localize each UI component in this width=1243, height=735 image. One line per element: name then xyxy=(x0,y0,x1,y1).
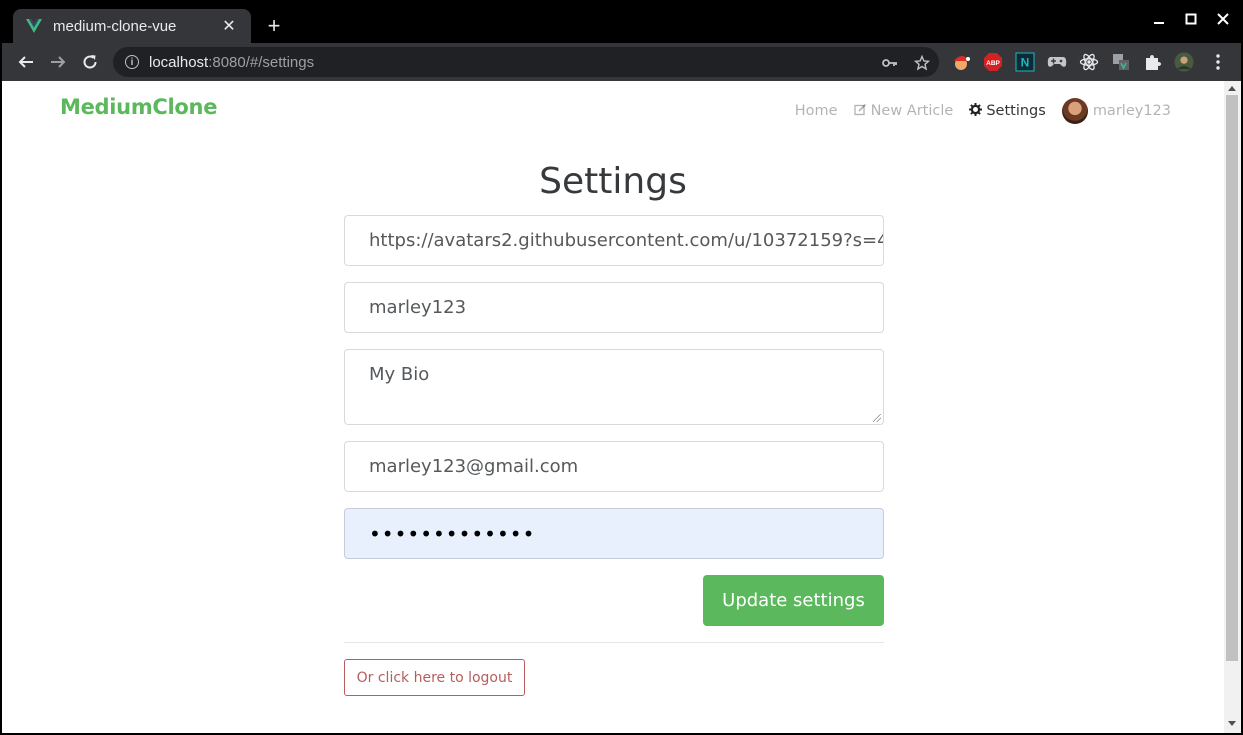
password-input[interactable]: ••••••••••••• xyxy=(344,508,884,559)
address-bar[interactable]: i localhost:8080/#/settings xyxy=(113,47,939,77)
tab-close-icon[interactable]: ✕ xyxy=(219,16,239,36)
scroll-up-arrow-icon[interactable] xyxy=(1228,86,1236,91)
gamepad-icon[interactable] xyxy=(1047,52,1067,72)
nav-profile[interactable]: marley123 xyxy=(1061,98,1171,124)
reload-icon[interactable] xyxy=(78,50,102,74)
new-tab-button[interactable]: + xyxy=(262,14,286,38)
bio-textarea[interactable]: My Bio xyxy=(344,349,884,425)
vertical-scrollbar[interactable] xyxy=(1224,81,1241,733)
scrollbar-thumb[interactable] xyxy=(1226,95,1238,661)
nav-home[interactable]: Home xyxy=(795,103,838,119)
profile-avatar-icon[interactable] xyxy=(1174,52,1194,72)
compose-icon xyxy=(853,103,867,120)
nav-username: marley123 xyxy=(1092,103,1171,119)
profile-image-url-input[interactable]: https://avatars2.githubusercontent.com/u… xyxy=(344,215,884,266)
maximize-icon[interactable] xyxy=(1179,12,1203,34)
page-title: Settings xyxy=(539,161,687,202)
forward-icon[interactable] xyxy=(46,50,70,74)
nav-new-article-label: New Article xyxy=(870,103,954,119)
bookmark-star-icon[interactable] xyxy=(913,54,931,72)
resize-grip-icon[interactable] xyxy=(873,414,881,422)
browser-tab[interactable]: medium-clone-vue ✕ xyxy=(13,9,251,43)
url-text: localhost:8080/#/settings xyxy=(149,53,315,71)
update-settings-button[interactable]: Update settings xyxy=(703,575,884,626)
brand-logo[interactable]: MediumClone xyxy=(60,95,217,119)
vue-logo-icon xyxy=(25,17,43,35)
adblock-plus-icon[interactable]: ABP xyxy=(983,52,1003,72)
svg-text:N: N xyxy=(1021,56,1030,70)
browser-window: medium-clone-vue ✕ + i localhost:8080/#/… xyxy=(2,2,1241,733)
close-window-icon[interactable] xyxy=(1211,12,1235,34)
key-icon[interactable] xyxy=(881,54,899,72)
logout-button[interactable]: Or click here to logout xyxy=(344,659,525,696)
username-input[interactable]: marley123 xyxy=(344,282,884,333)
svg-text:ABP: ABP xyxy=(986,60,1000,67)
email-input[interactable]: marley123@gmail.com xyxy=(344,441,884,492)
tab-strip: medium-clone-vue ✕ + xyxy=(2,2,1241,43)
bio-text: My Bio xyxy=(369,364,430,385)
nav-new-article[interactable]: New Article xyxy=(853,103,954,120)
nav-home-label: Home xyxy=(794,103,838,119)
react-devtools-icon[interactable] xyxy=(1079,52,1099,72)
back-icon[interactable] xyxy=(14,50,38,74)
scroll-down-arrow-icon[interactable] xyxy=(1228,721,1236,726)
vue-devtools-icon[interactable] xyxy=(1111,52,1131,72)
kebab-menu-icon[interactable] xyxy=(1208,52,1228,72)
gear-icon xyxy=(969,102,983,120)
nav-settings-label: Settings xyxy=(986,103,1046,119)
puzzle-extensions-icon[interactable] xyxy=(1143,52,1163,72)
n-extension-icon[interactable]: N xyxy=(1015,52,1035,72)
page-viewport: MediumClone Home New Article Settings ma… xyxy=(2,81,1224,733)
browser-toolbar: i localhost:8080/#/settings ABP N xyxy=(2,43,1241,81)
minimize-icon[interactable] xyxy=(1147,12,1171,34)
tab-title: medium-clone-vue xyxy=(53,17,177,35)
site-info-icon[interactable]: i xyxy=(125,55,139,69)
santa-hat-icon[interactable] xyxy=(951,52,971,72)
navbar: Home New Article Settings marley123 xyxy=(779,98,1171,124)
avatar xyxy=(1061,98,1088,124)
divider xyxy=(344,642,884,643)
nav-settings[interactable]: Settings xyxy=(969,102,1046,120)
